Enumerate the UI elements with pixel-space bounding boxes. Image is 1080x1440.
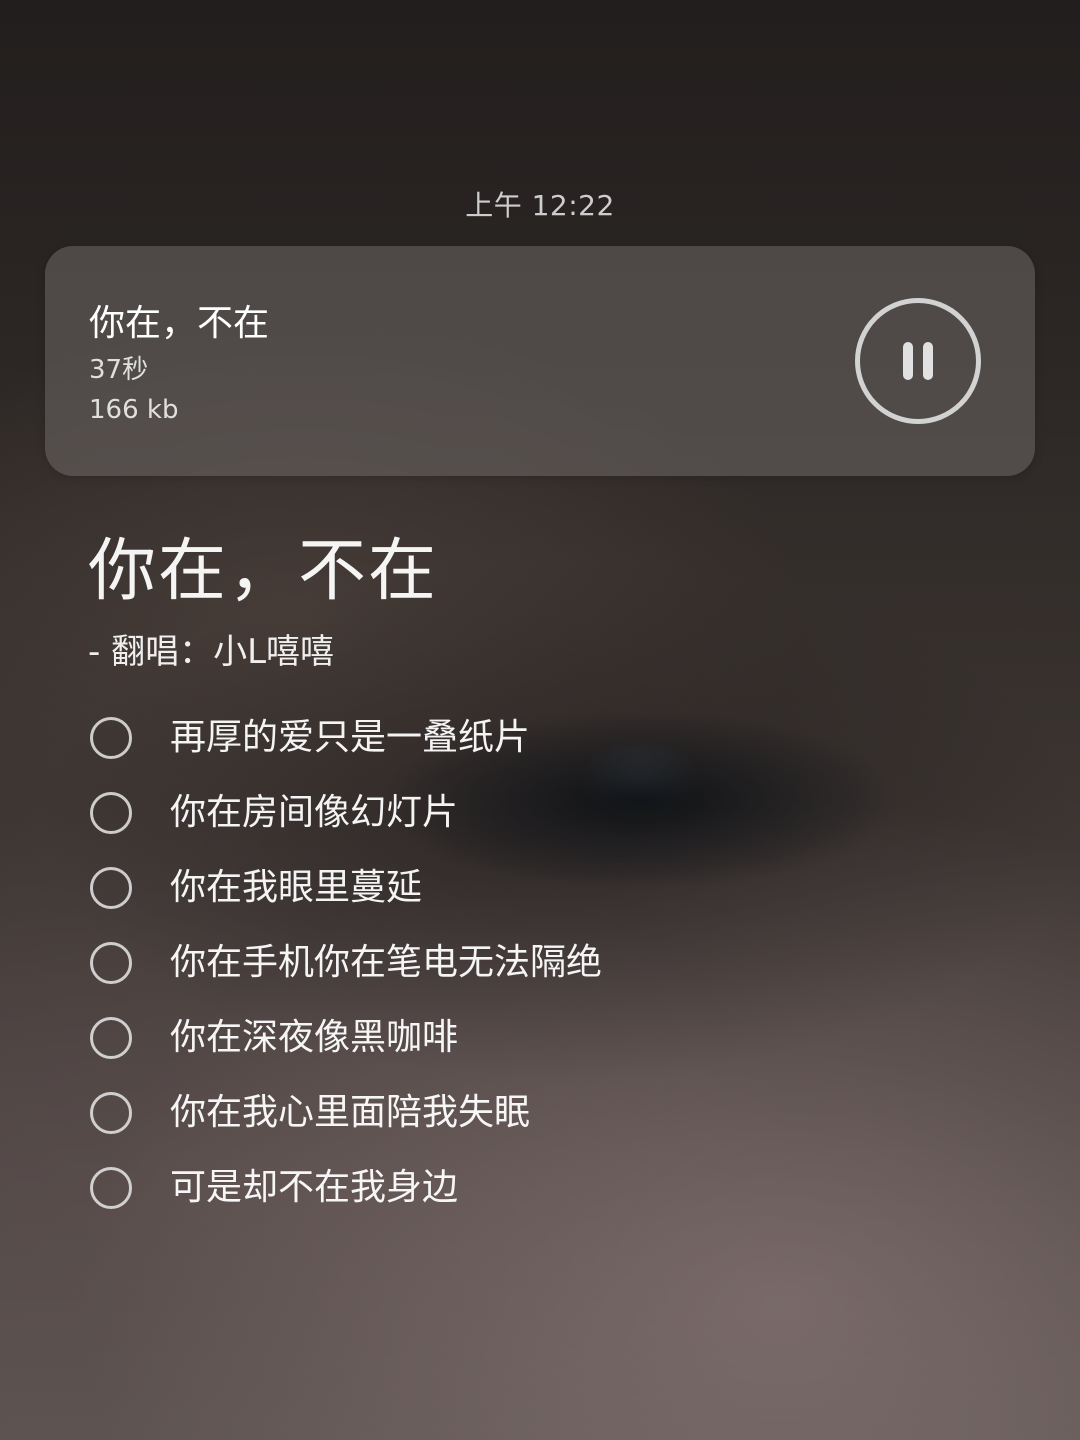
unchecked-circle-icon[interactable]: [90, 1016, 132, 1059]
checklist-item[interactable]: 你在我心里面陪我失眠: [88, 1075, 988, 1150]
checklist-item-text: 可是却不在我身边: [170, 1166, 459, 1208]
checklist-item[interactable]: 你在房间像幻灯片: [88, 775, 988, 850]
checklist-item-text: 你在房间像幻灯片: [170, 791, 459, 833]
audio-file-size: 166 kb: [89, 395, 179, 425]
checklist-item-text: 你在我眼里蔓延: [170, 866, 423, 908]
audio-duration: 37秒: [89, 355, 149, 385]
note-screen: 上午 12:22 你在，不在 37秒 166 kb 你在，不在 - 翻唱：小L嘻…: [0, 0, 1080, 1440]
unchecked-circle-icon[interactable]: [90, 716, 132, 759]
checklist-item[interactable]: 可是却不在我身边: [88, 1150, 988, 1225]
checklist-item[interactable]: 你在深夜像黑咖啡: [88, 1000, 988, 1075]
checklist-item-text: 再厚的爱只是一叠纸片: [170, 716, 531, 758]
unchecked-circle-icon[interactable]: [90, 791, 132, 834]
unchecked-circle-icon[interactable]: [90, 1091, 132, 1134]
status-time: 上午 12:22: [465, 189, 615, 222]
checklist-item-text: 你在手机你在笔电无法隔绝: [170, 941, 603, 983]
lyrics-checklist: 再厚的爱只是一叠纸片 你在房间像幻灯片 你在我眼里蔓延 你在手机你在笔电无法隔绝…: [88, 700, 988, 1225]
checklist-item-text: 你在深夜像黑咖啡: [170, 1016, 459, 1058]
audio-title: 你在，不在: [89, 303, 270, 344]
song-artist: - 翻唱：小L嘻嘻: [88, 632, 335, 672]
pause-button[interactable]: [855, 298, 981, 424]
unchecked-circle-icon[interactable]: [90, 941, 132, 984]
song-title: 你在，不在: [88, 532, 439, 611]
unchecked-circle-icon[interactable]: [90, 866, 132, 909]
checklist-item[interactable]: 你在手机你在笔电无法隔绝: [88, 925, 988, 1000]
unchecked-circle-icon[interactable]: [90, 1166, 132, 1209]
checklist-item-text: 你在我心里面陪我失眠: [170, 1091, 531, 1133]
audio-recording-card[interactable]: 你在，不在 37秒 166 kb: [45, 246, 1035, 476]
pause-icon: [903, 342, 933, 380]
checklist-item[interactable]: 你在我眼里蔓延: [88, 850, 988, 925]
checklist-item[interactable]: 再厚的爱只是一叠纸片: [88, 700, 988, 775]
